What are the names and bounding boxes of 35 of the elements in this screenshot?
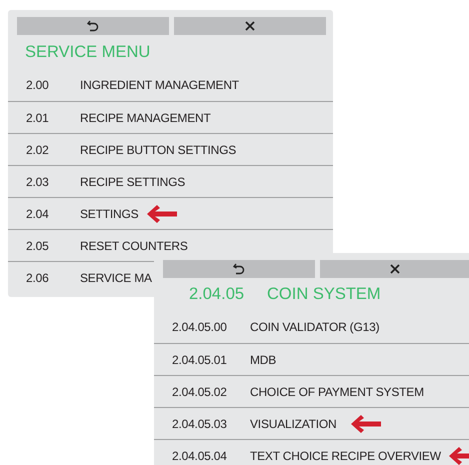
menu-item[interactable]: RECIPE SETTINGS — [80, 174, 186, 188]
close-button[interactable] — [174, 17, 326, 35]
item-number: 2.04.05.01 — [171, 352, 228, 366]
item-number: 2.06 — [25, 270, 50, 284]
menu-item[interactable]: COIN VALIDATOR (G13) — [250, 320, 380, 334]
undo-icon — [87, 20, 99, 32]
item-number: 2.04.05.03 — [171, 416, 228, 430]
menu-item[interactable]: RESET COUNTERS — [80, 238, 188, 252]
close-icon — [390, 264, 400, 274]
item-number: 2.01 — [25, 110, 50, 124]
item-number: 2.00 — [25, 78, 50, 92]
menu-item[interactable]: VISUALIZATION — [250, 416, 337, 430]
menu-item[interactable]: SERVICE MA — [80, 270, 152, 284]
item-number: 2.04 — [25, 206, 50, 220]
back-button[interactable] — [17, 17, 169, 35]
menu-item[interactable]: INGREDIENT MANAGEMENT — [80, 78, 239, 92]
item-number: 2.04.05.00 — [171, 320, 228, 334]
menu-item[interactable]: RECIPE MANAGEMENT — [80, 110, 211, 124]
item-number: 2.04.05.04 — [171, 448, 228, 462]
close-button[interactable] — [320, 260, 469, 278]
menu-item[interactable]: SETTINGS — [80, 206, 138, 220]
menu-item[interactable]: RECIPE BUTTON SETTINGS — [80, 142, 236, 156]
menu-title: SERVICE MENU — [25, 42, 150, 62]
menu-number: 2.04.05 — [188, 285, 246, 304]
close-icon — [245, 21, 255, 31]
undo-icon — [232, 263, 245, 275]
menu-title: COIN SYSTEM — [267, 285, 381, 304]
item-number: 2.02 — [25, 142, 50, 156]
item-number: 2.05 — [25, 238, 50, 252]
menu-item[interactable]: CHOICE OF PAYMENT SYSTEM — [250, 384, 424, 398]
menu-item[interactable]: MDB — [250, 352, 276, 366]
item-number: 2.04.05.02 — [171, 384, 228, 398]
back-button[interactable] — [163, 260, 314, 278]
item-number: 2.03 — [25, 174, 50, 188]
menu-item[interactable]: TEXT CHOICE RECIPE OVERVIEW — [250, 448, 441, 462]
